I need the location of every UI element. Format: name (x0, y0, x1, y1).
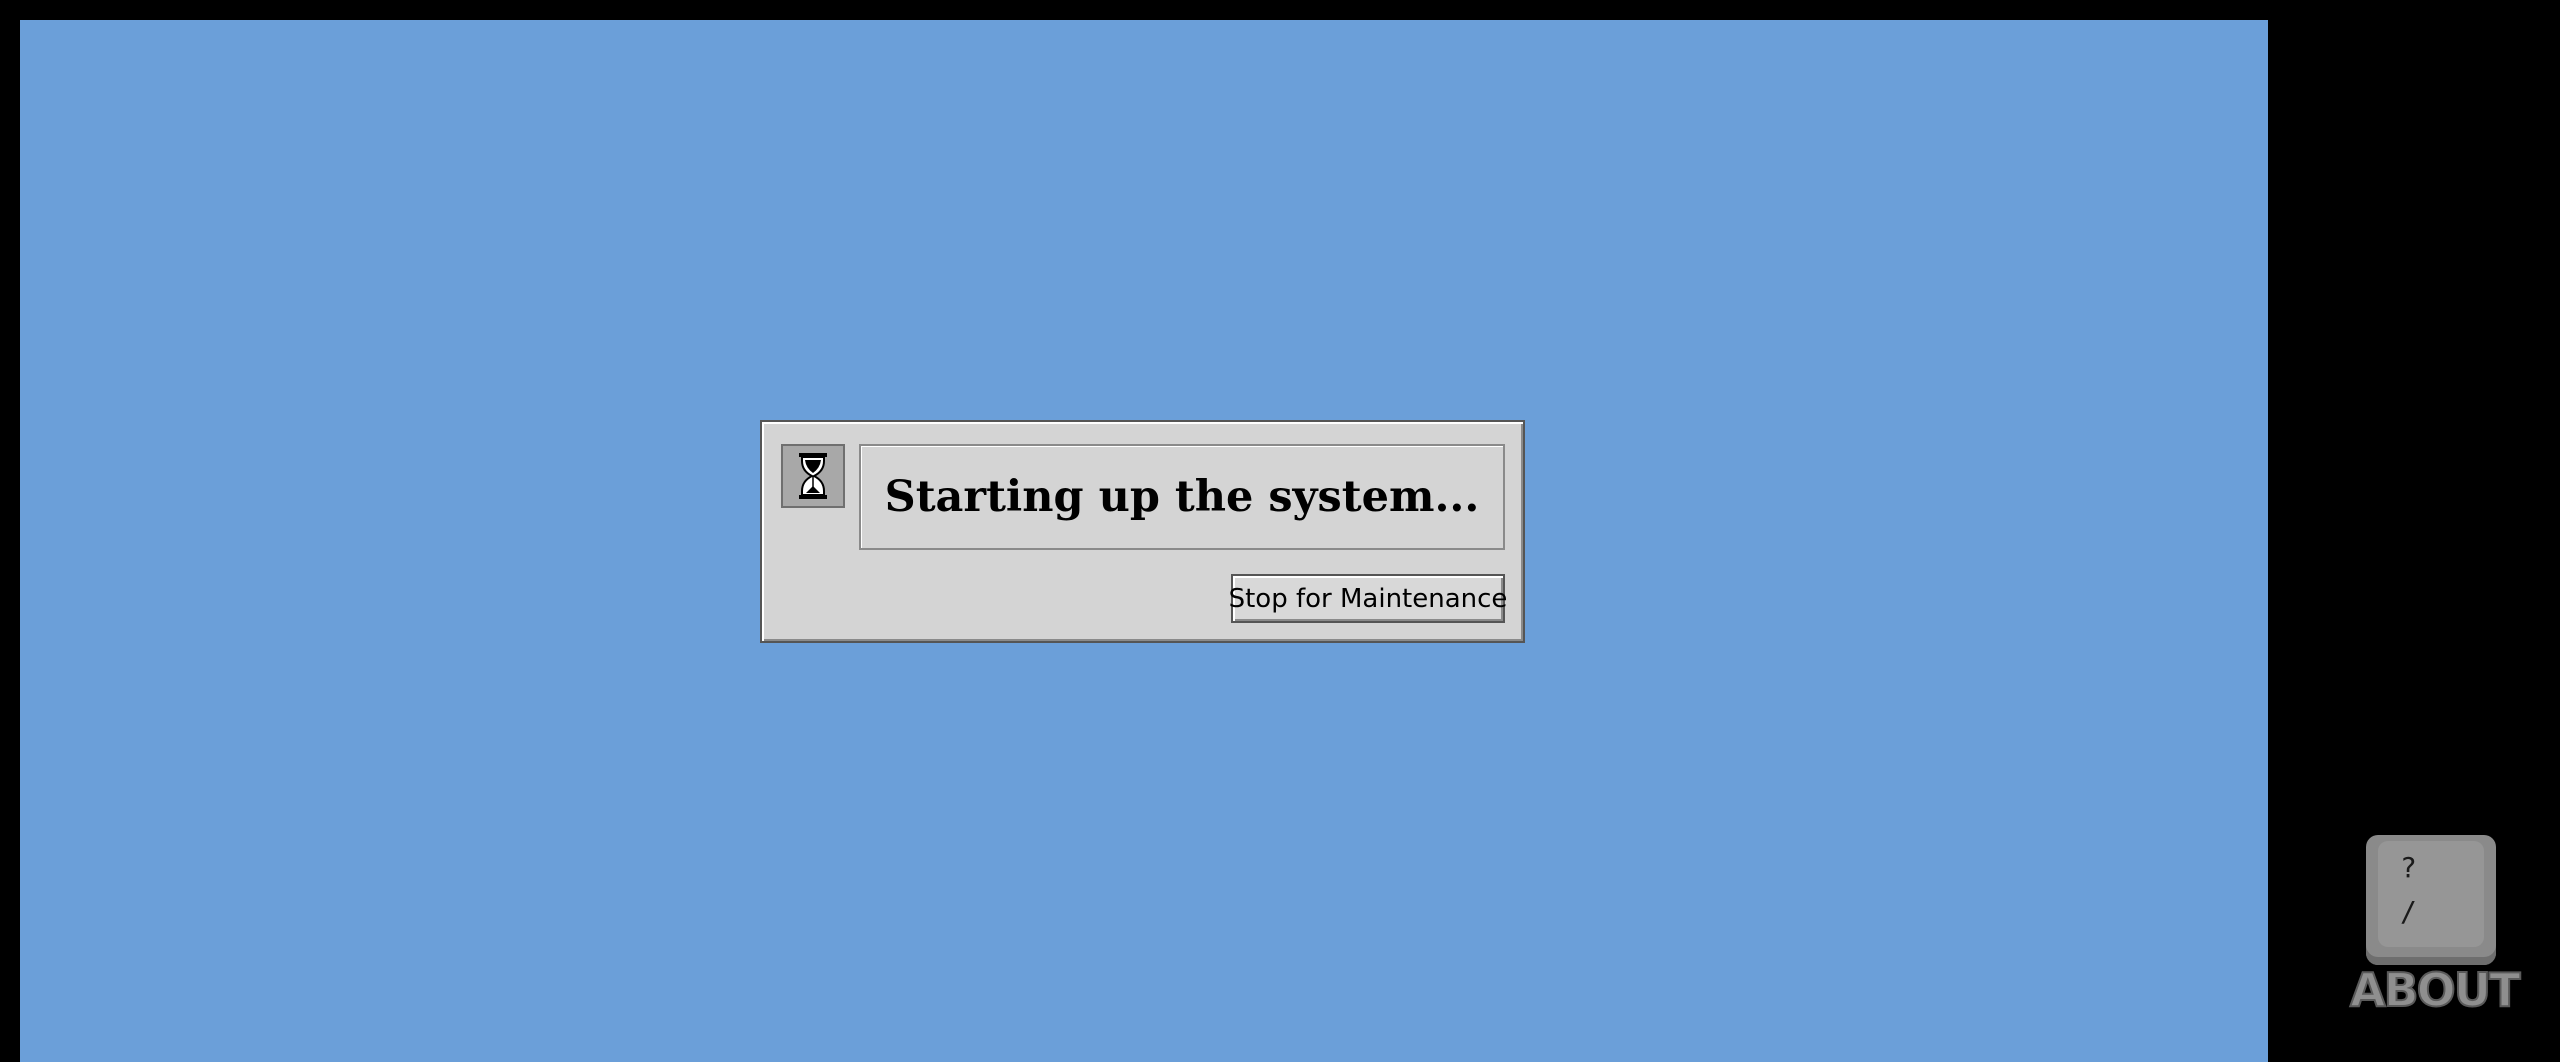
key-cap: ? / (2378, 841, 2484, 947)
keyboard-key-icon: ? / (2366, 835, 2496, 965)
key-lower-symbol: / (2400, 895, 2417, 928)
status-message: Starting up the system... (884, 472, 1480, 522)
startup-dialog: Starting up the system... Stop for Maint… (760, 420, 1525, 643)
status-message-panel: Starting up the system... (859, 444, 1505, 550)
key-upper-symbol: ? (2400, 851, 2417, 884)
about-label: ABOUT (2349, 962, 2522, 1018)
hourglass-icon-frame (781, 444, 845, 508)
stop-for-maintenance-button[interactable]: Stop for Maintenance (1229, 574, 1507, 623)
desktop-screen: Starting up the system... Stop for Maint… (20, 20, 2268, 1062)
about-button[interactable]: ? / ABOUT (2349, 835, 2522, 1025)
hourglass-icon (799, 453, 827, 499)
